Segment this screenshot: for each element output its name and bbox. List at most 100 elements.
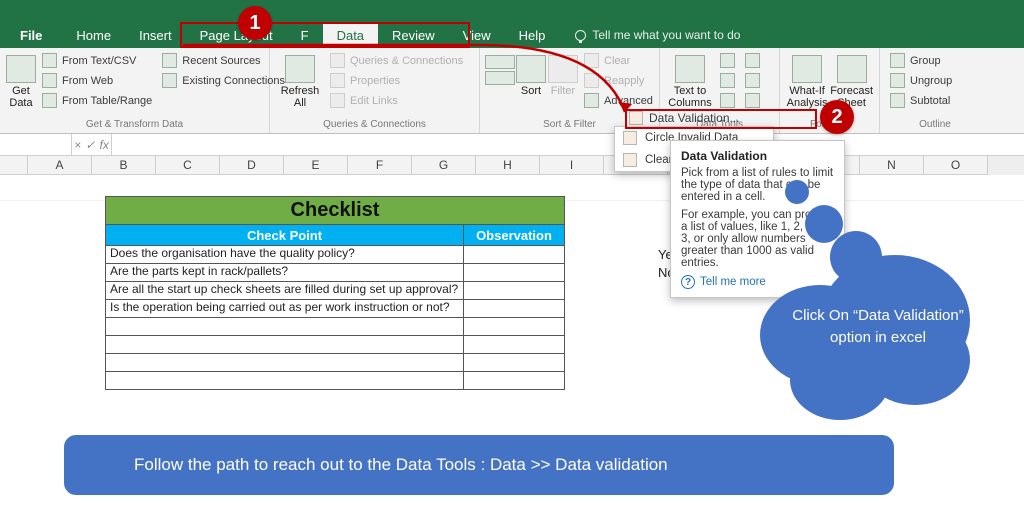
tab-review[interactable]: Review (378, 22, 449, 48)
tooltip-text: For example, you can provide a list of v… (681, 209, 834, 269)
col-E[interactable]: E (284, 156, 348, 175)
checkpoint-cell[interactable]: Is the operation being carried out as pe… (106, 300, 464, 317)
group-label: Group (910, 55, 941, 67)
table-row[interactable]: Are the parts kept in rack/pallets? (106, 263, 564, 281)
col-B[interactable]: B (92, 156, 156, 175)
col-G[interactable]: G (412, 156, 476, 175)
select-all-corner[interactable] (0, 156, 28, 175)
checkpoint-cell[interactable]: Does the organisation have the quality p… (106, 246, 464, 263)
formula-controls: × ✓ fx (72, 134, 112, 155)
clear-icon (584, 53, 599, 68)
checklist-title: Checklist (106, 197, 564, 225)
relations-icon (745, 73, 760, 88)
ungroup-button[interactable]: Ungroup (886, 71, 956, 90)
observation-cell[interactable] (464, 246, 564, 263)
col-A[interactable]: A (28, 156, 92, 175)
col-H[interactable]: H (476, 156, 540, 175)
text-to-columns-button[interactable]: Text to Columns (666, 51, 714, 110)
forecast-button[interactable]: Forecast Sheet (830, 51, 873, 109)
group-button[interactable]: Group (886, 51, 956, 70)
observation-cell[interactable] (464, 300, 564, 317)
tooltip-text: Pick from a list of rules to limit the t… (681, 167, 834, 203)
data-validation-button[interactable] (716, 91, 739, 110)
table-row[interactable]: Is the operation being carried out as pe… (106, 299, 564, 317)
table-row[interactable] (106, 317, 564, 335)
col-O[interactable]: O (924, 156, 988, 175)
ttc-label: Text to Columns (666, 85, 714, 109)
table-row[interactable]: Are all the start up check sheets are fi… (106, 281, 564, 299)
fx-icon[interactable]: fx (100, 138, 109, 152)
table-row[interactable]: Does the organisation have the quality p… (106, 245, 564, 263)
ungroup-icon (890, 73, 905, 88)
remove-dup-button[interactable] (716, 71, 739, 90)
col-N[interactable]: N (860, 156, 924, 175)
refresh-all-button[interactable]: Refresh All (276, 51, 324, 110)
tab-help[interactable]: Help (505, 22, 560, 48)
checkpoint-cell[interactable]: Are the parts kept in rack/pallets? (106, 264, 464, 281)
table-row[interactable] (106, 353, 564, 371)
sort-az-button[interactable] (486, 51, 514, 110)
queries-conn-button[interactable]: Queries & Connections (326, 51, 467, 70)
checkpoint-cell[interactable]: Are all the start up check sheets are fi… (106, 282, 464, 299)
doc-icon (42, 53, 57, 68)
tell-me-search[interactable]: Tell me what you want to do (559, 22, 740, 48)
tooltip-tell-more[interactable]: ?Tell me more (681, 275, 834, 289)
subtotal-button[interactable]: Subtotal (886, 91, 956, 110)
from-csv-button[interactable]: From Text/CSV (38, 51, 156, 70)
reapply-label: Reapply (604, 75, 644, 87)
group-icon (890, 53, 905, 68)
tab-page-layout[interactable]: Page Layout (186, 22, 287, 48)
table-row[interactable] (106, 371, 564, 389)
observation-cell[interactable] (464, 264, 564, 281)
from-web-label: From Web (62, 75, 113, 87)
group-title-queries: Queries & Connections (276, 119, 473, 133)
ungroup-label: Ungroup (910, 75, 952, 87)
tab-file[interactable]: File (0, 22, 62, 48)
tab-view[interactable]: View (449, 22, 505, 48)
formula-input[interactable] (112, 134, 1024, 155)
relationships-button[interactable] (741, 71, 764, 90)
tab-insert[interactable]: Insert (125, 22, 186, 48)
whatif-button[interactable]: What-If Analysis (786, 51, 828, 109)
cloud-text: Click On “Data Validation” option in exc… (788, 305, 968, 349)
checkpoint-cell[interactable] (106, 372, 464, 389)
col-I[interactable]: I (540, 156, 604, 175)
observation-cell[interactable] (464, 372, 564, 389)
get-data-button[interactable]: Get Data (6, 51, 36, 110)
from-table-button[interactable]: From Table/Range (38, 91, 156, 110)
tab-home[interactable]: Home (62, 22, 125, 48)
observation-cell[interactable] (464, 282, 564, 299)
tab-data[interactable]: Data (323, 22, 378, 48)
from-csv-label: From Text/CSV (62, 55, 136, 67)
from-web-button[interactable]: From Web (38, 71, 156, 90)
table-row[interactable] (106, 335, 564, 353)
consolidate-button[interactable] (741, 51, 764, 70)
checkpoint-cell[interactable] (106, 336, 464, 353)
fx-cancel[interactable]: × (74, 138, 81, 152)
tab-formulas[interactable]: F (287, 22, 323, 48)
properties-icon (330, 73, 345, 88)
filter-button[interactable]: Filter (548, 51, 578, 110)
flash-icon (720, 53, 735, 68)
col-C[interactable]: C (156, 156, 220, 175)
checkpoint-cell[interactable] (106, 318, 464, 335)
column-headers: A B C D E F G H I J K L M N O (0, 156, 1024, 175)
whatif-icon (792, 55, 822, 83)
flash-fill-button[interactable] (716, 51, 739, 70)
fx-confirm[interactable]: ✓ (85, 138, 95, 152)
observation-cell[interactable] (464, 318, 564, 335)
validation-icon (720, 93, 735, 108)
props-label: Properties (350, 75, 400, 87)
checkpoint-cell[interactable] (106, 354, 464, 371)
advanced-button[interactable]: Advanced (580, 91, 657, 110)
col-D[interactable]: D (220, 156, 284, 175)
observation-cell[interactable] (464, 354, 564, 371)
manage-model-button[interactable] (741, 91, 764, 110)
sort-icon (516, 55, 546, 83)
sort-button[interactable]: Sort (516, 51, 546, 110)
clear-label: Clear (604, 55, 630, 67)
observation-cell[interactable] (464, 336, 564, 353)
name-box[interactable] (0, 134, 72, 155)
data-validation-dropdown[interactable]: Data Validation... (625, 109, 744, 127)
col-F[interactable]: F (348, 156, 412, 175)
